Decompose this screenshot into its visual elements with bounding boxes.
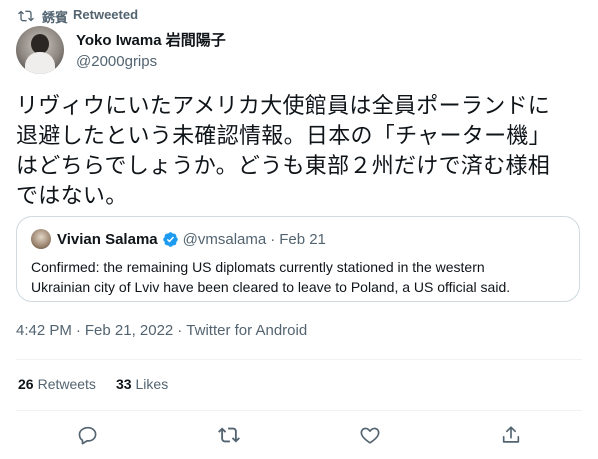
retweeted-label: Retweeted [73, 6, 139, 22]
retweeted-header: 銹賓 Retweeted [18, 6, 138, 26]
share-button[interactable] [500, 424, 522, 446]
separator-dot: · [177, 322, 183, 339]
quoted-author-handle[interactable]: @vmsalama [183, 231, 267, 248]
reply-button[interactable] [77, 424, 99, 446]
likes-label: Likes [135, 376, 169, 392]
author-block: Yoko Iwama 岩間陽子 @2000grips [76, 32, 226, 72]
retweet-icon [218, 427, 240, 443]
reply-icon [78, 426, 97, 445]
quoted-text-line: Ukrainian city of Lviv have been cleared… [31, 279, 511, 295]
quoted-author-avatar[interactable] [31, 229, 51, 249]
like-button[interactable] [359, 424, 381, 446]
quoted-tweet-header: Vivian Salama @vmsalama · Feb 21 [31, 229, 326, 249]
quoted-tweet-text: Confirmed: the remaining US diplomats cu… [31, 257, 571, 297]
likes-count: 33 [115, 376, 132, 392]
avatar-head-shape [31, 34, 49, 54]
separator-dot: · [270, 230, 276, 248]
tweet-date[interactable]: Feb 21, 2022 [85, 322, 173, 339]
retweets-count: 26 [18, 376, 34, 392]
retweets-stat[interactable]: 26 Retweets [18, 376, 96, 392]
tweet-text: リヴィウにいたアメリカ大使館員は全員ポーランドに 退避したという未確認情報。日本… [16, 92, 582, 212]
share-icon [502, 426, 520, 443]
tweet-time[interactable]: 4:42 PM [16, 322, 72, 339]
divider [16, 410, 582, 411]
tweet-source[interactable]: Twitter for Android [186, 322, 307, 339]
retweet-icon [18, 10, 34, 22]
likes-stat[interactable]: 33 Likes [116, 376, 168, 392]
like-icon [360, 427, 380, 444]
author-avatar[interactable] [16, 26, 64, 74]
divider [16, 359, 582, 360]
separator-dot: · [75, 322, 81, 339]
quoted-author-name[interactable]: Vivian Salama [57, 231, 158, 248]
tweet-line: リヴィウにいたアメリカ大使館員は全員ポーランドに [16, 94, 551, 119]
author-handle[interactable]: @2000grips [76, 52, 226, 72]
action-bar [0, 418, 598, 452]
verified-badge-icon [162, 231, 178, 247]
quoted-tweet-date[interactable]: Feb 21 [279, 231, 326, 248]
author-display-name[interactable]: Yoko Iwama 岩間陽子 [76, 32, 226, 50]
tweet-line: はどちらでしょうか。どうも東部２州だけで済む様相 [16, 154, 551, 179]
avatar-body-shape [25, 52, 55, 74]
retweeter-name[interactable]: 銹賓 [42, 7, 68, 26]
tweet-line: ではない。 [16, 184, 128, 209]
tweet-line: 退避したという未確認情報。日本の「チャーター機」 [16, 124, 551, 149]
retweets-label: Retweets [37, 376, 96, 392]
quoted-text-line: Confirmed: the remaining US diplomats cu… [31, 259, 485, 275]
quoted-tweet[interactable]: Vivian Salama @vmsalama · Feb 21 Confirm… [16, 216, 580, 302]
tweet-metadata: 4:42 PM · Feb 21, 2022 · Twitter for And… [16, 322, 307, 339]
tweet-stats: 26 Retweets 33 Likes [18, 376, 168, 392]
retweet-button[interactable] [218, 424, 240, 446]
